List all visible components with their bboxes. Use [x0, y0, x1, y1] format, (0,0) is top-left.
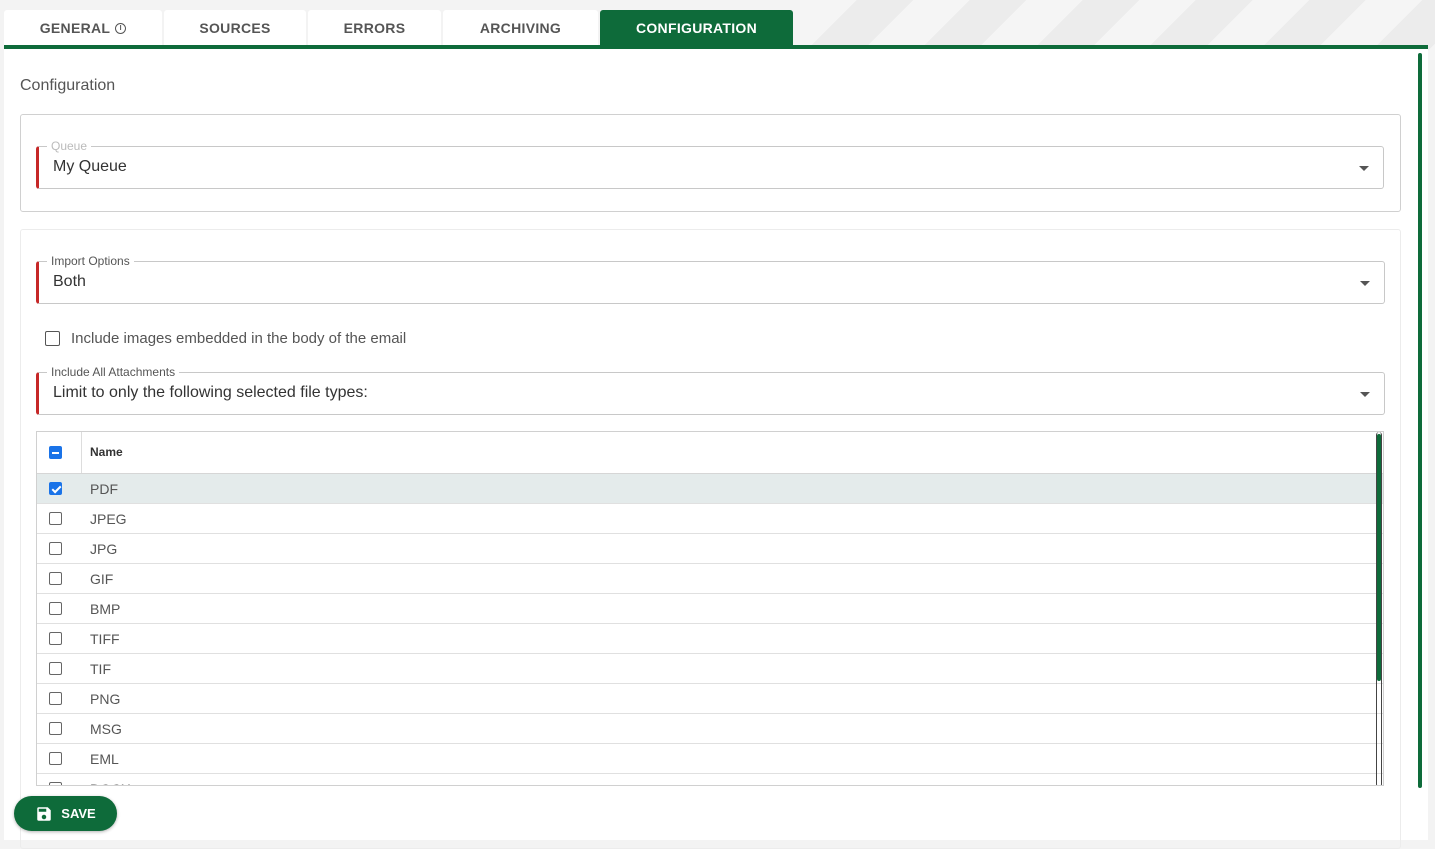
- table-row[interactable]: GIF: [37, 564, 1383, 594]
- row-checkbox[interactable]: [49, 782, 62, 785]
- info-icon: i: [115, 22, 127, 34]
- table-row[interactable]: PNG: [37, 684, 1383, 714]
- table-row[interactable]: TIFF: [37, 624, 1383, 654]
- row-checkbox[interactable]: [49, 632, 62, 645]
- table-row[interactable]: PDF: [37, 474, 1383, 504]
- embedded-images-checkbox[interactable]: [45, 331, 60, 346]
- file-type-name: TIF: [90, 661, 111, 677]
- table-row[interactable]: BMP: [37, 594, 1383, 624]
- row-checkbox[interactable]: [49, 722, 62, 735]
- queue-label: Queue: [47, 139, 92, 153]
- row-checkbox[interactable]: [49, 572, 62, 585]
- table-row[interactable]: EML: [37, 744, 1383, 774]
- section-title: Configuration: [20, 77, 116, 94]
- tab-general[interactable]: GENERAL i: [4, 10, 162, 46]
- row-checkbox[interactable]: [49, 542, 62, 555]
- tab-configuration[interactable]: CONFIGURATION: [600, 10, 793, 46]
- file-type-name: JPG: [90, 541, 118, 557]
- file-type-name: GIF: [90, 571, 114, 587]
- row-checkbox[interactable]: [49, 692, 62, 705]
- import-options-value: Both: [53, 273, 86, 290]
- grid-scrollbar[interactable]: [1377, 434, 1381, 681]
- grid-header: Name: [37, 432, 1383, 474]
- file-types-grid: Name PDF JPEG JPG GIF BMP TIFF TIF PNG MSG EML DOC…: [36, 431, 1384, 786]
- row-checkbox[interactable]: [49, 662, 62, 675]
- table-row[interactable]: TIF: [37, 654, 1383, 684]
- tab-archiving[interactable]: ARCHIVING: [443, 10, 598, 46]
- import-options-select[interactable]: Import Options Both: [36, 254, 1385, 304]
- chevron-down-icon: [1360, 392, 1370, 397]
- configuration-panel: Configuration Queue My Queue Import Opti…: [4, 49, 1428, 849]
- row-checkbox[interactable]: [49, 482, 62, 495]
- select-all-checkbox[interactable]: [49, 446, 62, 459]
- table-row[interactable]: JPEG: [37, 504, 1383, 534]
- file-type-name: TIFF: [90, 631, 120, 647]
- embedded-images-label: Include images embedded in the body of t…: [71, 330, 407, 347]
- table-row[interactable]: MSG: [37, 714, 1383, 744]
- chevron-down-icon: [1359, 166, 1369, 171]
- tab-sources-label: SOURCES: [199, 20, 271, 36]
- save-button-label: SAVE: [61, 806, 96, 821]
- attachments-label: Include All Attachments: [47, 365, 180, 379]
- file-type-name: PDF: [90, 481, 118, 497]
- row-checkbox[interactable]: [49, 602, 62, 615]
- name-column-header[interactable]: Name: [90, 445, 123, 459]
- queue-section: Queue My Queue: [20, 114, 1401, 212]
- row-checkbox[interactable]: [49, 752, 62, 765]
- tab-errors[interactable]: ERRORS: [308, 10, 441, 46]
- tab-archiving-label: ARCHIVING: [479, 20, 562, 36]
- tab-sources[interactable]: SOURCES: [164, 10, 306, 46]
- embedded-images-option[interactable]: Include images embedded in the body of t…: [45, 330, 406, 347]
- file-type-name: BMP: [90, 601, 121, 617]
- attachments-value: Limit to only the following selected fil…: [53, 384, 368, 401]
- tab-general-label: GENERAL: [39, 20, 111, 36]
- table-row[interactable]: DOCX: [37, 774, 1383, 785]
- queue-select[interactable]: Queue My Queue: [36, 139, 1384, 189]
- select-all-cell: [37, 432, 82, 473]
- file-type-name: MSG: [90, 721, 122, 737]
- tab-errors-label: ERRORS: [343, 20, 406, 36]
- file-type-name: DOCX: [90, 781, 130, 785]
- grid-body: PDF JPEG JPG GIF BMP TIFF TIF PNG MSG EML DOCX: [37, 474, 1383, 785]
- file-type-name: EML: [90, 751, 119, 767]
- tab-bar: GENERAL i SOURCES ERRORS ARCHIVING CONFI…: [4, 10, 793, 46]
- attachments-select[interactable]: Include All Attachments Limit to only th…: [36, 365, 1385, 415]
- file-type-name: PNG: [90, 691, 121, 707]
- panel-scrollbar[interactable]: [1418, 53, 1422, 788]
- save-icon: [37, 806, 52, 821]
- save-button[interactable]: SAVE: [14, 796, 117, 831]
- tab-configuration-label: CONFIGURATION: [635, 20, 758, 36]
- file-type-name: JPEG: [90, 511, 127, 527]
- import-options-label: Import Options: [47, 254, 134, 268]
- row-checkbox[interactable]: [49, 512, 62, 525]
- chevron-down-icon: [1360, 281, 1370, 286]
- table-row[interactable]: JPG: [37, 534, 1383, 564]
- queue-value: My Queue: [53, 158, 127, 175]
